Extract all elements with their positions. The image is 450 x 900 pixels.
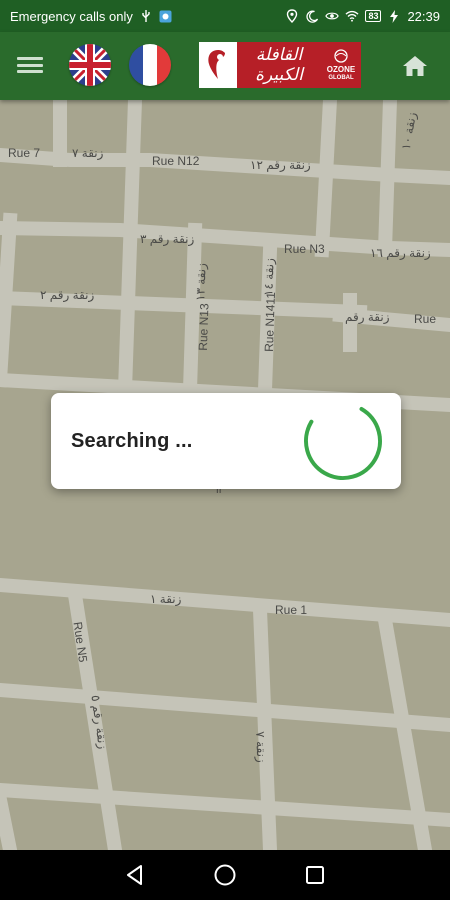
map-label: Rue N12 bbox=[152, 154, 200, 168]
logo-mark-icon bbox=[199, 42, 237, 88]
map-label: Rue N13 bbox=[195, 303, 212, 351]
system-nav-bar bbox=[0, 850, 450, 900]
uk-flag-icon[interactable] bbox=[69, 44, 111, 86]
menu-line bbox=[17, 70, 43, 73]
menu-line bbox=[17, 63, 43, 67]
map-label: Rue 7 bbox=[8, 146, 41, 160]
status-bar: Emergency calls only 83 22:39 bbox=[0, 0, 450, 32]
logo-brand: OZONE bbox=[326, 64, 356, 74]
location-icon bbox=[285, 9, 299, 23]
status-right: 83 22:39 bbox=[285, 9, 440, 24]
hamburger-menu-icon[interactable] bbox=[17, 54, 43, 76]
status-time: 22:39 bbox=[407, 8, 440, 24]
home-circle-icon[interactable] bbox=[212, 862, 238, 888]
map-label: Rue N3 bbox=[284, 242, 325, 256]
map-label: Rue 1 bbox=[275, 603, 308, 617]
recents-icon[interactable] bbox=[302, 862, 328, 888]
usb-icon bbox=[139, 9, 153, 23]
map-label: زنقة رقم ١٦ bbox=[370, 246, 431, 260]
searching-dialog: Searching ... bbox=[51, 393, 401, 489]
moon-icon bbox=[305, 9, 319, 23]
searching-text: Searching ... bbox=[71, 429, 193, 452]
map-label: زنقة رقم ٣ bbox=[140, 232, 195, 246]
carrier-text: Emergency calls only bbox=[10, 8, 133, 24]
menu-line bbox=[17, 57, 43, 60]
logo-script-text: القافلة الكبيرة bbox=[255, 45, 303, 85]
wifi-icon bbox=[345, 9, 359, 23]
logo-brand-sub: GLOBAL bbox=[328, 74, 354, 81]
vpn-icon bbox=[159, 9, 173, 23]
app-bar: القافلة الكبيرة OZONE GLOBAL bbox=[0, 32, 450, 100]
home-icon[interactable] bbox=[402, 54, 428, 78]
map-label: زنقة ١ bbox=[150, 592, 182, 606]
battery-icon: 83 bbox=[365, 10, 382, 22]
map-label: زنقة ٧ bbox=[253, 731, 269, 763]
map-label: زنقة رقم ٢ bbox=[40, 288, 95, 302]
map-label: زنقة ١٣ bbox=[193, 262, 209, 302]
charging-icon bbox=[387, 9, 401, 23]
map-label: زنقة رقم bbox=[345, 310, 390, 324]
status-left: Emergency calls only bbox=[10, 9, 173, 24]
map-label: Rue bbox=[414, 312, 437, 326]
france-flag-icon[interactable] bbox=[129, 44, 171, 86]
brand-logo: القافلة الكبيرة OZONE GLOBAL bbox=[199, 42, 361, 88]
map-label: زنقة ١٤ bbox=[261, 257, 277, 297]
map-label: زنقة ٧ bbox=[72, 146, 104, 160]
ozone-globe-icon bbox=[334, 49, 348, 63]
loading-spinner-icon bbox=[304, 402, 382, 481]
map-label: زنقة رقم ١٢ bbox=[250, 158, 311, 172]
logo-ozone: OZONE GLOBAL bbox=[321, 49, 361, 81]
eye-icon bbox=[325, 9, 340, 23]
map-label: Rue N1411 bbox=[261, 291, 278, 353]
back-icon[interactable] bbox=[122, 862, 148, 888]
screen: Emergency calls only 83 22:39 القافلة ال… bbox=[0, 0, 450, 900]
